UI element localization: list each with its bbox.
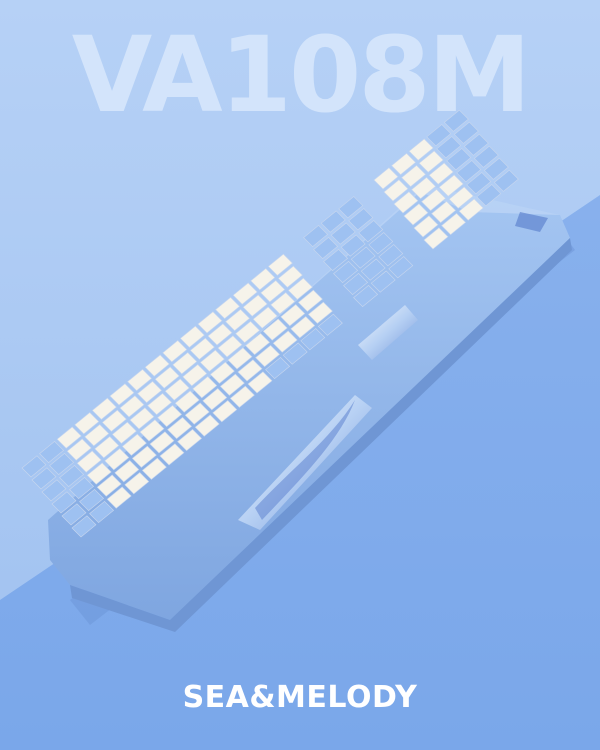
keyboard-illustration xyxy=(21,109,575,632)
product-subtitle: SEA&MELODY xyxy=(182,680,418,715)
